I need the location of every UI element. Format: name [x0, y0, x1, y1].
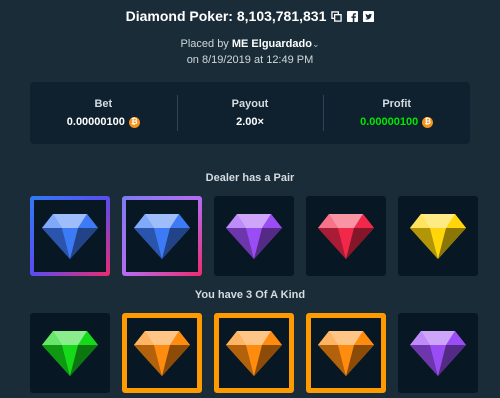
- bitcoin-icon: ₿: [128, 116, 140, 128]
- bitcoin-icon: ₿: [422, 116, 434, 128]
- dealer-hand: [30, 196, 489, 276]
- player-card-5: [398, 313, 478, 393]
- profit-value: 0.00000100: [360, 116, 419, 128]
- yellow-gem-icon: [410, 214, 466, 259]
- placed-by-line: Placed by ME Elguardado⌄: [0, 36, 500, 52]
- bet-stat: Bet 0.00000100 ₿: [30, 82, 177, 144]
- dealer-card-5: [398, 196, 478, 276]
- dealer-hand-label: Dealer has a Pair: [205, 172, 295, 184]
- orange-gem-icon: [226, 331, 282, 376]
- facebook-icon[interactable]: [347, 10, 359, 22]
- profit-value-row: 0.00000100 ₿: [360, 116, 434, 128]
- bet-stats-panel: Bet 0.00000100 ₿ Payout 2.00× Profit 0.0…: [30, 82, 470, 144]
- green-gem-icon: [42, 331, 98, 376]
- payout-label: Payout: [231, 98, 269, 110]
- orange-gem-icon: [134, 331, 190, 376]
- chevron-down-icon[interactable]: ⌄: [312, 39, 320, 49]
- profit-label: Profit: [382, 98, 412, 110]
- player-card-2: [122, 313, 202, 393]
- bet-value: 0.00000100: [66, 116, 125, 128]
- purple-gem-icon: [226, 214, 282, 259]
- twitter-icon[interactable]: [363, 10, 375, 22]
- purple-gem-icon: [410, 331, 466, 376]
- player-hand: [30, 313, 489, 393]
- bet-label: Bet: [94, 98, 113, 110]
- title-row: Diamond Poker: 8,103,781,831: [0, 6, 500, 26]
- placed-by-prefix: Placed by: [180, 38, 229, 50]
- player-card-1: [30, 313, 110, 393]
- profit-stat: Profit 0.00000100 ₿: [323, 82, 470, 144]
- bet-date: on 8/19/2019 at 12:49 PM: [186, 54, 314, 66]
- bet-header: Diamond Poker: 8,103,781,831 Placed by M…: [0, 6, 500, 68]
- player-card-4: [306, 313, 386, 393]
- copy-icon[interactable]: [331, 10, 343, 22]
- player-card-3: [214, 313, 294, 393]
- orange-gem-icon: [318, 331, 374, 376]
- username-link[interactable]: ME Elguardado: [232, 38, 312, 50]
- placed-info: Placed by ME Elguardado⌄ on 8/19/2019 at…: [0, 36, 500, 68]
- player-hand-label: You have 3 Of A Kind: [194, 289, 306, 301]
- red-gem-icon: [318, 214, 374, 259]
- bet-title: Diamond Poker: 8,103,781,831: [125, 8, 327, 24]
- blue-gem-icon: [42, 214, 98, 259]
- payout-value: 2.00×: [236, 116, 264, 128]
- payout-value-row: 2.00×: [236, 116, 264, 128]
- dealer-card-1: [30, 196, 110, 276]
- dealer-card-3: [214, 196, 294, 276]
- dealer-card-2: [122, 196, 202, 276]
- bet-value-row: 0.00000100 ₿: [67, 116, 140, 128]
- dealer-card-4: [306, 196, 386, 276]
- payout-stat: Payout 2.00×: [176, 82, 324, 144]
- blue-gem-icon: [134, 214, 190, 259]
